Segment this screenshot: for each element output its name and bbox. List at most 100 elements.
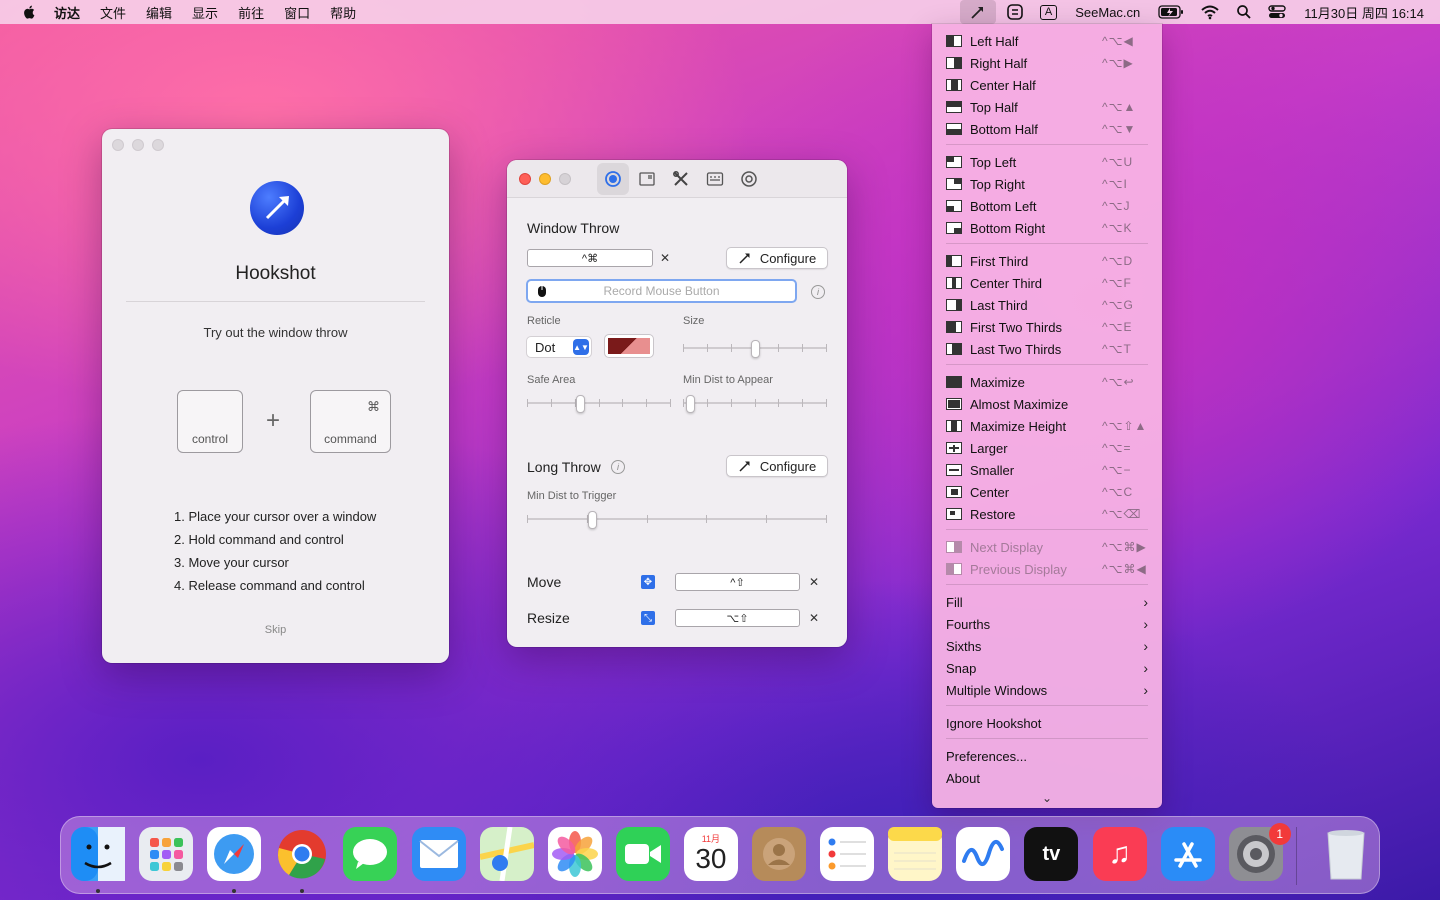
dock-contacts-icon[interactable]: [752, 827, 806, 881]
wifi-icon[interactable]: [1200, 0, 1220, 24]
control-center-icon[interactable]: [1268, 0, 1286, 24]
minimize-button[interactable]: [132, 139, 144, 151]
dock-music-icon[interactable]: ♫: [1092, 827, 1147, 881]
menu-item-center[interactable]: Center ^⌥C: [932, 481, 1162, 503]
skip-button[interactable]: Skip: [102, 624, 449, 636]
tab-window-throw[interactable]: [597, 163, 629, 195]
slider-thumb[interactable]: [686, 395, 695, 413]
menu-item-top-half[interactable]: Top Half ^⌥▲: [932, 96, 1162, 118]
menu-item-larger[interactable]: Larger ^⌥=: [932, 437, 1162, 459]
menu-item-fourths[interactable]: Fourths ›: [932, 613, 1162, 635]
slider-thumb[interactable]: [588, 511, 597, 529]
reticle-color-well[interactable]: [604, 334, 654, 358]
dock-system-settings-icon[interactable]: 1: [1228, 823, 1291, 881]
menu-item-last-third[interactable]: Last Third ^⌥G: [932, 294, 1162, 316]
menu-item-bottom-half[interactable]: Bottom Half ^⌥▼: [932, 118, 1162, 140]
menu-item-last-two-thirds[interactable]: Last Two Thirds ^⌥T: [932, 338, 1162, 360]
menu-item-smaller[interactable]: Smaller ^⌥−: [932, 459, 1162, 481]
window-throw-shortcut-field[interactable]: ^⌘: [527, 249, 653, 267]
dock-reminders-icon[interactable]: [820, 827, 875, 881]
menu-item-top-left[interactable]: Top Left ^⌥U: [932, 151, 1162, 173]
menu-item-snap[interactable]: Snap ›: [932, 657, 1162, 679]
menu-item-sixths[interactable]: Sixths ›: [932, 635, 1162, 657]
dock-photos-icon[interactable]: [547, 827, 602, 881]
menu-item-about[interactable]: About: [932, 767, 1162, 789]
menu-finder[interactable]: 访达: [54, 3, 80, 22]
spotlight-search-icon[interactable]: [1236, 0, 1252, 24]
dock-finder-icon[interactable]: [71, 827, 125, 881]
menu-item-preferences[interactable]: Preferences...: [932, 745, 1162, 767]
dock-chrome-icon[interactable]: [275, 827, 329, 881]
info-icon[interactable]: i: [811, 285, 825, 299]
menu-view[interactable]: 显示: [192, 3, 218, 22]
slider-thumb[interactable]: [751, 340, 760, 358]
menu-item-left-half[interactable]: Left Half ^⌥◀: [932, 30, 1162, 52]
tab-tools[interactable]: [665, 163, 697, 195]
tab-shortcuts[interactable]: [699, 163, 731, 195]
menu-item-first-two-thirds[interactable]: First Two Thirds ^⌥E: [932, 316, 1162, 338]
menu-go[interactable]: 前往: [238, 3, 264, 22]
dock-trash-icon[interactable]: [1319, 827, 1373, 881]
input-source-icon[interactable]: A: [1039, 0, 1058, 24]
min-dist-appear-slider[interactable]: [683, 395, 827, 413]
slider-thumb[interactable]: [576, 395, 585, 413]
tab-general[interactable]: [733, 163, 765, 195]
dock-freeform-icon[interactable]: [956, 827, 1011, 881]
long-throw-info-icon[interactable]: i: [611, 460, 625, 474]
dock-facetime-icon[interactable]: [615, 827, 670, 881]
dock-messages-icon[interactable]: [343, 827, 398, 881]
clear-window-throw-shortcut-button[interactable]: ✕: [656, 249, 674, 267]
menu-item-center-third[interactable]: Center Third ^⌥F: [932, 272, 1162, 294]
dock-calendar-icon[interactable]: 11月 30: [683, 827, 738, 881]
reticle-dropdown[interactable]: Dot ▲▼: [526, 336, 592, 358]
menu-item-restore[interactable]: Restore ^⌥⌫: [932, 503, 1162, 525]
menu-item-fill[interactable]: Fill ›: [932, 591, 1162, 613]
zoom-button[interactable]: [152, 139, 164, 151]
menu-item-ignore-hookshot[interactable]: Ignore Hookshot: [932, 712, 1162, 734]
safe-area-slider[interactable]: [527, 395, 671, 413]
menu-item-top-right[interactable]: Top Right ^⌥I: [932, 173, 1162, 195]
close-button[interactable]: [519, 173, 531, 185]
apple-logo-icon[interactable]: [20, 4, 40, 20]
hookshot-menu-icon[interactable]: [959, 0, 996, 24]
battery-icon[interactable]: [1158, 0, 1184, 24]
size-slider[interactable]: [683, 340, 827, 358]
clock[interactable]: 11月30日 周四 16:14: [1304, 3, 1424, 22]
menu-help[interactable]: 帮助: [330, 3, 356, 22]
dock-apple-tv-icon[interactable]: tv: [1024, 827, 1079, 881]
move-shortcut-field[interactable]: ^⇧: [675, 573, 800, 591]
clear-move-shortcut-button[interactable]: ✕: [805, 573, 823, 591]
min-dist-trigger-slider[interactable]: [527, 511, 827, 529]
zoom-button[interactable]: [559, 173, 571, 185]
resize-shortcut-field[interactable]: ⌥⇧: [675, 609, 800, 627]
scroll-down-chevron-icon[interactable]: ⌄: [932, 791, 1162, 805]
seemac-label[interactable]: SeeMac.cn: [1075, 5, 1140, 20]
menu-item-maximize[interactable]: Maximize ^⌥↩: [932, 371, 1162, 393]
dock-safari-icon[interactable]: [207, 827, 262, 881]
menu-window[interactable]: 窗口: [284, 3, 310, 22]
clear-resize-shortcut-button[interactable]: ✕: [805, 609, 823, 627]
tab-snap[interactable]: [631, 163, 663, 195]
menu-item-bottom-left[interactable]: Bottom Left ^⌥J: [932, 195, 1162, 217]
dock-maps-icon[interactable]: [479, 827, 534, 881]
close-button[interactable]: [112, 139, 124, 151]
control-strip-icon[interactable]: [1006, 0, 1024, 24]
menu-item-multiple-windows[interactable]: Multiple Windows ›: [932, 679, 1162, 701]
menu-item-right-half[interactable]: Right Half ^⌥▶: [932, 52, 1162, 74]
minimize-button[interactable]: [539, 173, 551, 185]
menu-file[interactable]: 文件: [100, 3, 126, 22]
menu-item-center-half[interactable]: Center Half: [932, 74, 1162, 96]
dock-notes-icon[interactable]: [888, 827, 943, 881]
menu-item-maximize-height[interactable]: Maximize Height ^⌥⇧▲: [932, 415, 1162, 437]
dock-app-store-icon[interactable]: [1160, 827, 1215, 881]
menu-edit[interactable]: 编辑: [146, 3, 172, 22]
menu-item-first-third[interactable]: First Third ^⌥D: [932, 250, 1162, 272]
dock-mail-icon[interactable]: [411, 827, 466, 881]
dock: 11月 30 tv ♫ 1: [60, 816, 1380, 894]
record-mouse-button-field[interactable]: Record Mouse Button: [526, 279, 797, 303]
long-throw-configure-button[interactable]: Configure: [726, 455, 828, 477]
dock-launchpad-icon[interactable]: [139, 827, 194, 881]
window-throw-configure-button[interactable]: Configure: [726, 247, 828, 269]
menu-item-almost-maximize[interactable]: Almost Maximize: [932, 393, 1162, 415]
menu-item-bottom-right[interactable]: Bottom Right ^⌥K: [932, 217, 1162, 239]
